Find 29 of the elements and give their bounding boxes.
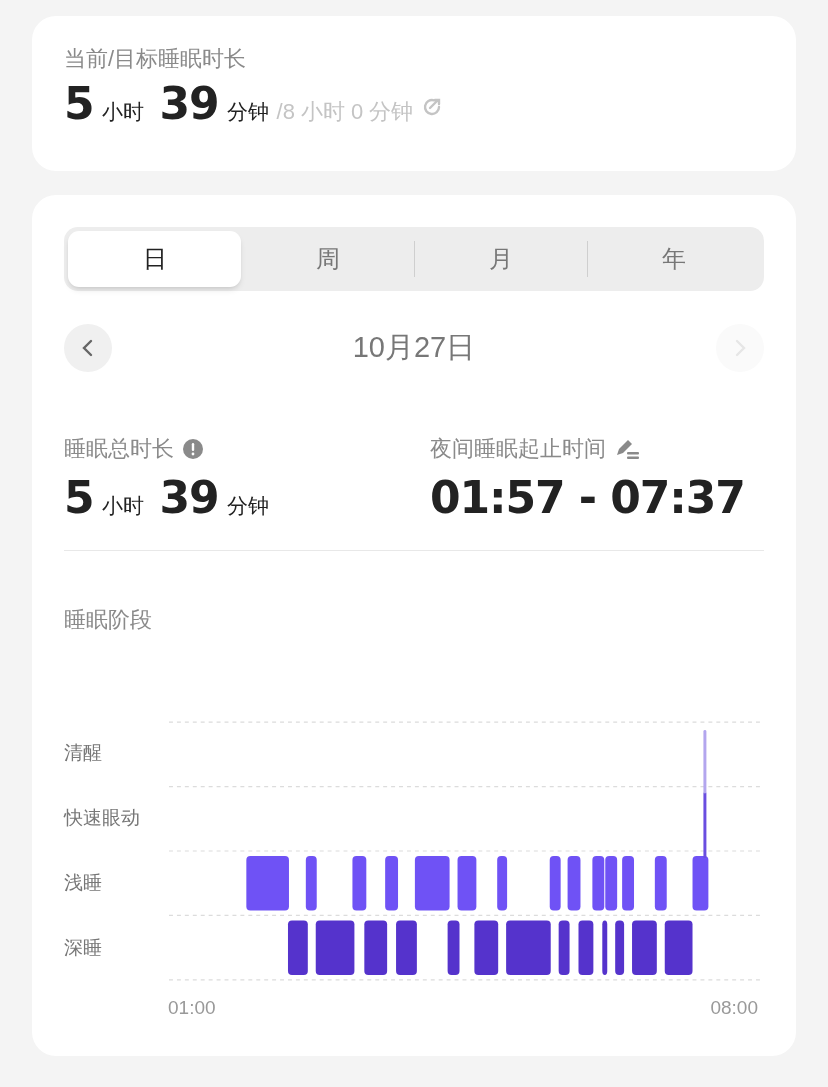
minutes-unit: 分钟 bbox=[226, 99, 269, 125]
night-sleep-label: 夜间睡眠起止时间 bbox=[430, 438, 606, 460]
goal-title: 当前/目标睡眠时长 bbox=[64, 48, 248, 70]
chevron-left-icon bbox=[81, 338, 95, 358]
stages-title: 睡眠阶段 bbox=[64, 608, 153, 631]
goal-text: /8 小时 0 分钟 bbox=[276, 98, 414, 126]
period-tab[interactable]: 周 bbox=[241, 231, 414, 287]
date-label: 10月27日 bbox=[352, 330, 476, 366]
night-sleep-time: 01:57 - 07:37 bbox=[430, 476, 745, 520]
period-tab[interactable]: 月 bbox=[415, 231, 587, 287]
hours-unit: 小时 bbox=[101, 99, 144, 125]
minutes-unit: 分钟 bbox=[226, 493, 269, 519]
x-axis-start-label: 01:00 bbox=[168, 995, 216, 1020]
period-tab[interactable]: 年 bbox=[588, 231, 760, 287]
hours-unit: 小时 bbox=[101, 493, 144, 519]
stage-label: 深睡 bbox=[64, 935, 102, 960]
period-tab[interactable]: 日 bbox=[68, 231, 241, 287]
hours-value: 5 bbox=[64, 82, 94, 126]
stage-label: 清醒 bbox=[64, 740, 102, 765]
stage-label: 快速眼动 bbox=[64, 805, 140, 830]
previous-day-button[interactable] bbox=[64, 324, 112, 372]
minutes-value: 39 bbox=[159, 476, 219, 520]
total-sleep-label: 睡眠总时长 bbox=[64, 438, 174, 460]
stage-label: 浅睡 bbox=[64, 870, 102, 895]
info-icon[interactable] bbox=[182, 438, 204, 460]
pencil-icon[interactable] bbox=[614, 438, 640, 460]
x-axis-end-label: 08:00 bbox=[710, 995, 758, 1020]
minutes-value: 39 bbox=[159, 82, 219, 126]
hours-value: 5 bbox=[64, 476, 94, 520]
